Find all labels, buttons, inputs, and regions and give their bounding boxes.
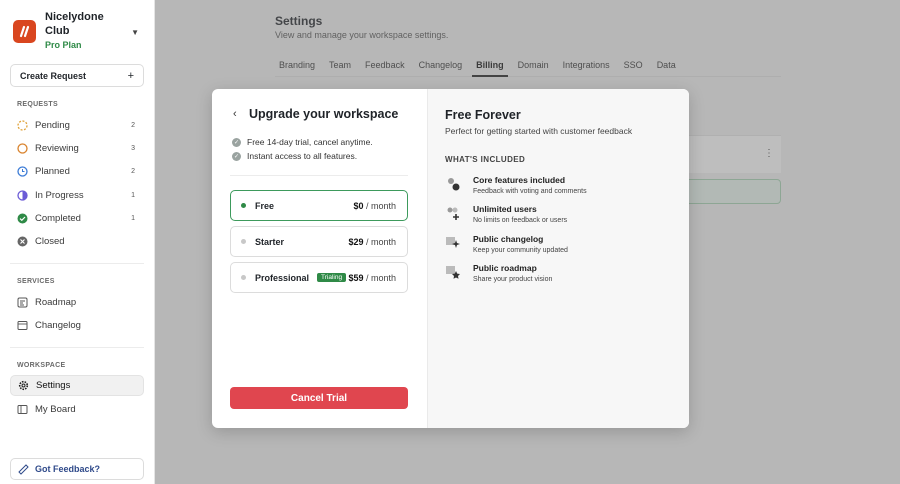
plan-details-panel: Free Forever Perfect for getting started… bbox=[428, 89, 689, 428]
plan-name: Starter bbox=[255, 236, 285, 247]
plan-price: $0 / month bbox=[353, 200, 396, 211]
divider bbox=[10, 347, 144, 348]
plan-price: $29 / month bbox=[348, 236, 396, 247]
sidebar-item-planned[interactable]: Planned 2 bbox=[10, 161, 144, 182]
access-info-text: Instant access to all features. bbox=[247, 151, 358, 161]
sidebar-item-label: Planned bbox=[35, 166, 70, 177]
back-arrow-icon[interactable]: ‹ bbox=[233, 108, 237, 120]
users-plus-icon bbox=[445, 205, 461, 221]
count-badge: 1 bbox=[131, 192, 135, 199]
sidebar-item-label: Pending bbox=[35, 120, 70, 131]
sidebar-item-label: Settings bbox=[36, 380, 71, 391]
planned-icon bbox=[17, 166, 28, 177]
plan-option-free[interactable]: Free $0 / month bbox=[230, 190, 408, 221]
feature-desc: Share your product vision bbox=[473, 276, 553, 283]
sidebar-item-label: Roadmap bbox=[35, 297, 77, 308]
gear-icon bbox=[18, 380, 29, 391]
sidebar-item-closed[interactable]: Closed bbox=[10, 231, 144, 252]
chevron-down-icon[interactable]: ▼ bbox=[131, 28, 139, 37]
org-logo bbox=[13, 20, 36, 43]
count-badge: 1 bbox=[131, 215, 135, 222]
radio-icon bbox=[241, 275, 246, 280]
radio-icon bbox=[241, 239, 246, 244]
count-badge: 2 bbox=[131, 168, 135, 175]
closed-icon bbox=[17, 236, 28, 247]
radio-icon bbox=[241, 203, 246, 208]
sidebar: Nicelydone Club Pro Plan ▼ Create Reques… bbox=[0, 0, 155, 484]
megaphone-icon bbox=[18, 463, 29, 475]
upgrade-modal: ‹ Upgrade your workspace ✓ Free 14-day t… bbox=[212, 89, 689, 428]
modal-title: Upgrade your workspace bbox=[249, 107, 399, 121]
sidebar-item-my-board[interactable]: My Board bbox=[10, 399, 144, 420]
plan-selector-panel: ‹ Upgrade your workspace ✓ Free 14-day t… bbox=[212, 89, 428, 428]
check-icon: ✓ bbox=[232, 151, 241, 161]
feature-title: Unlimited users bbox=[473, 204, 537, 214]
sidebar-item-changelog[interactable]: Changelog bbox=[10, 315, 144, 336]
feature-desc: No limits on feedback or users bbox=[473, 217, 568, 224]
plan-name: Professional bbox=[255, 272, 310, 283]
trial-info-text: Free 14-day trial, cancel anytime. bbox=[247, 137, 373, 147]
count-badge: 2 bbox=[131, 122, 135, 129]
divider bbox=[230, 175, 408, 176]
in-progress-icon bbox=[17, 190, 28, 201]
completed-icon bbox=[17, 213, 28, 224]
org-switcher[interactable]: Nicelydone Club Pro Plan ▼ bbox=[13, 10, 143, 54]
chat-bubble-icon bbox=[445, 176, 461, 192]
feature-title: Public roadmap bbox=[473, 263, 537, 273]
feature-title: Public changelog bbox=[473, 234, 544, 244]
create-request-label: Create Request bbox=[20, 70, 87, 81]
sidebar-item-settings[interactable]: Settings bbox=[10, 375, 144, 396]
plan-details-title: Free Forever bbox=[445, 108, 521, 122]
plan-name: Free bbox=[255, 200, 275, 211]
feature-item: Public roadmap Share your product vision bbox=[445, 263, 665, 283]
trial-info-line: ✓ Free 14-day trial, cancel anytime. bbox=[232, 137, 373, 147]
org-name: Nicelydone Club bbox=[45, 11, 104, 37]
sidebar-item-roadmap[interactable]: Roadmap bbox=[10, 292, 144, 313]
sidebar-item-label: Changelog bbox=[35, 320, 81, 331]
got-feedback-label: Got Feedback? bbox=[35, 464, 101, 474]
count-badge: 3 bbox=[131, 145, 135, 152]
feature-item: Unlimited users No limits on feedback or… bbox=[445, 204, 665, 224]
sidebar-item-label: Completed bbox=[35, 213, 81, 224]
access-info-line: ✓ Instant access to all features. bbox=[232, 151, 357, 161]
got-feedback-button[interactable]: Got Feedback? bbox=[10, 458, 144, 480]
sidebar-item-label: Reviewing bbox=[35, 143, 79, 154]
feature-desc: Keep your community updated bbox=[473, 247, 568, 254]
whats-included-label: WHAT'S INCLUDED bbox=[445, 155, 526, 164]
feature-item: Core features included Feedback with vot… bbox=[445, 175, 665, 195]
plan-option-professional[interactable]: Professional Trialing $59 / month bbox=[230, 262, 408, 293]
plan-option-starter[interactable]: Starter $29 / month bbox=[230, 226, 408, 257]
workspace-section-label: WORKSPACE bbox=[17, 362, 66, 369]
create-request-button[interactable]: Create Request + bbox=[10, 64, 144, 87]
org-plan: Pro Plan bbox=[45, 40, 82, 50]
plan-details-subtitle: Perfect for getting started with custome… bbox=[445, 126, 633, 136]
trialing-badge: Trialing bbox=[317, 273, 347, 282]
feature-item: Public changelog Keep your community upd… bbox=[445, 234, 665, 254]
feature-desc: Feedback with voting and comments bbox=[473, 188, 587, 195]
changelog-icon bbox=[17, 320, 28, 331]
sidebar-item-label: Closed bbox=[35, 236, 65, 247]
sidebar-item-in-progress[interactable]: In Progress 1 bbox=[10, 185, 144, 206]
services-section-label: SERVICES bbox=[17, 278, 55, 285]
board-icon bbox=[17, 404, 28, 415]
pending-icon bbox=[17, 120, 28, 131]
roadmap-star-icon bbox=[445, 264, 461, 280]
roadmap-icon bbox=[17, 297, 28, 308]
plan-price: $59 / month bbox=[348, 272, 396, 283]
sidebar-item-completed[interactable]: Completed 1 bbox=[10, 208, 144, 229]
divider bbox=[10, 263, 144, 264]
sidebar-item-label: My Board bbox=[35, 404, 76, 415]
requests-section-label: REQUESTS bbox=[17, 101, 58, 108]
sidebar-item-reviewing[interactable]: Reviewing 3 bbox=[10, 138, 144, 159]
check-icon: ✓ bbox=[232, 137, 241, 147]
cancel-trial-button[interactable]: Cancel Trial bbox=[230, 387, 408, 409]
plus-icon: + bbox=[127, 69, 134, 82]
sidebar-item-pending[interactable]: Pending 2 bbox=[10, 115, 144, 136]
reviewing-icon bbox=[17, 143, 28, 154]
feature-title: Core features included bbox=[473, 175, 566, 185]
sidebar-item-label: In Progress bbox=[35, 190, 84, 201]
changelog-spark-icon bbox=[445, 235, 461, 251]
